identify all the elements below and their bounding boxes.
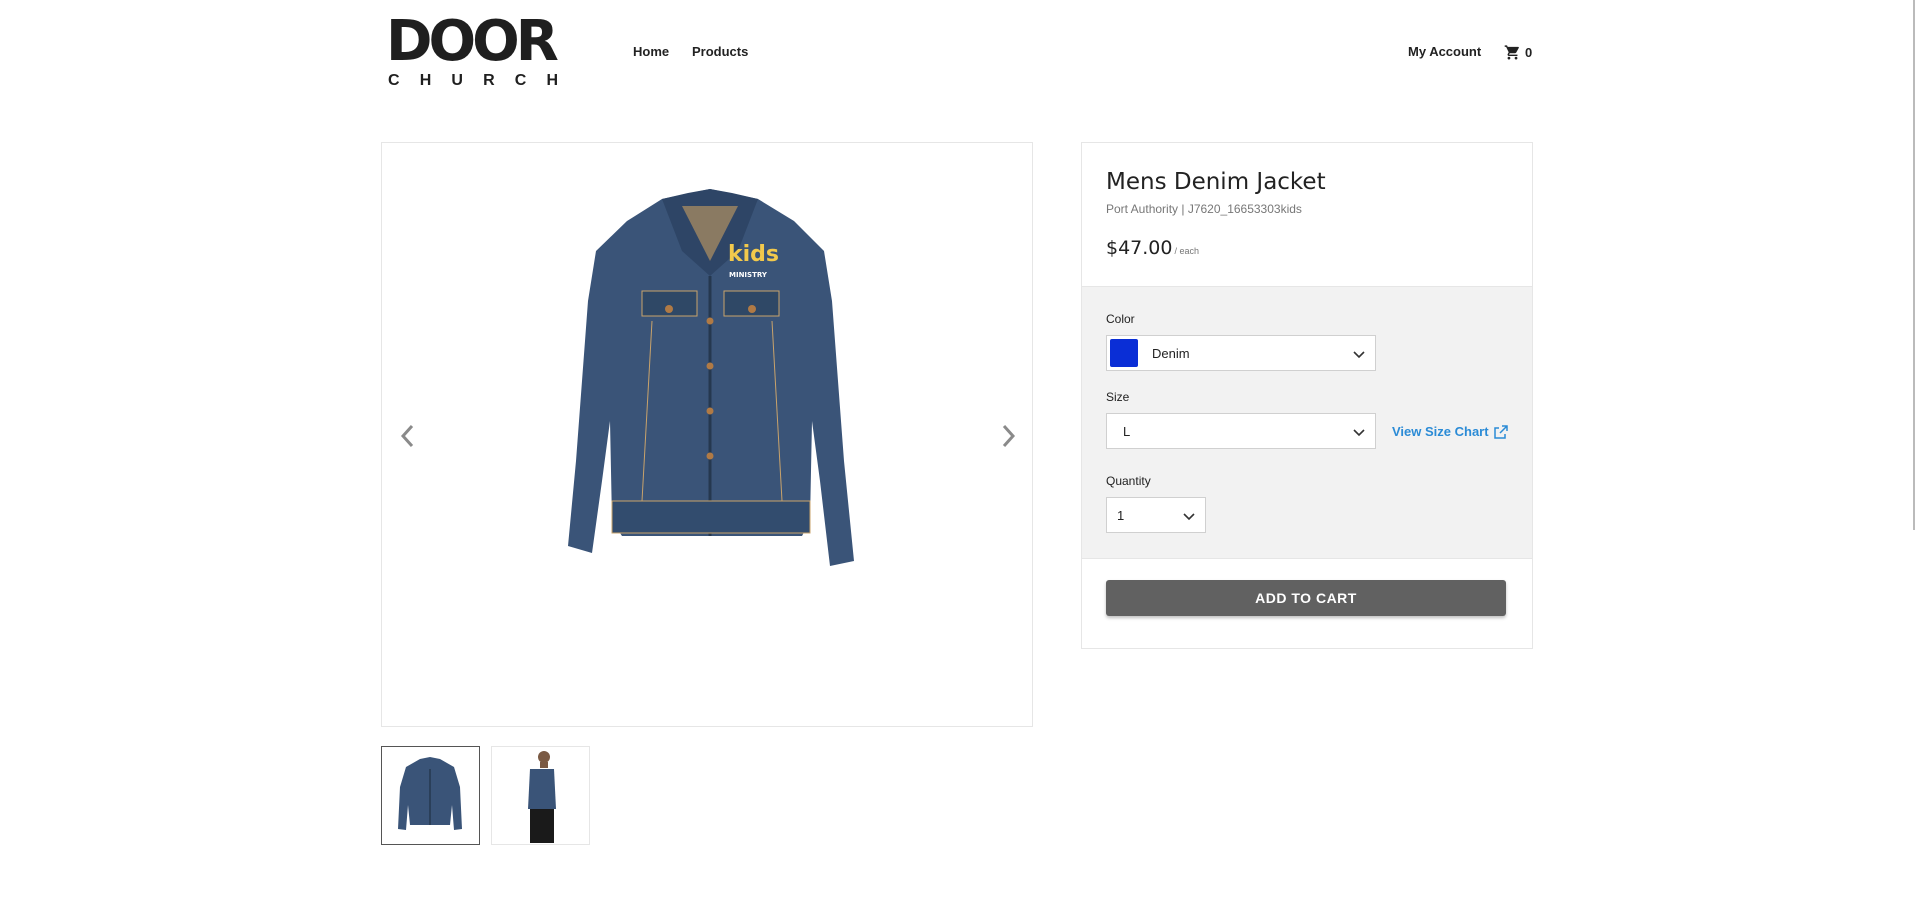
thumbnail-image — [528, 751, 556, 843]
size-chart-label: View Size Chart — [1392, 424, 1489, 439]
size-select[interactable]: L — [1106, 413, 1376, 449]
color-select-value: Denim — [1152, 345, 1190, 361]
nav-home[interactable]: Home — [633, 44, 669, 59]
cart-icon — [1504, 45, 1519, 60]
product-price: $47.00/ each — [1106, 237, 1199, 259]
chevron-right-icon — [1002, 424, 1016, 448]
chevron-down-icon — [1353, 429, 1365, 437]
logo-letter: U — [451, 72, 463, 89]
nav-products[interactable]: Products — [692, 44, 748, 59]
external-link-icon — [1493, 424, 1508, 439]
quantity-label: Quantity — [1106, 474, 1151, 488]
prev-image-button[interactable] — [396, 421, 420, 451]
nav-my-account[interactable]: My Account — [1408, 44, 1481, 59]
logo-sub-text: C H U R C H — [388, 72, 558, 90]
size-select-value: L — [1123, 423, 1131, 439]
logo-letter: H — [419, 72, 432, 89]
view-size-chart-link[interactable]: View Size Chart — [1392, 424, 1508, 439]
add-to-cart-button[interactable]: ADD TO CART — [1106, 580, 1506, 616]
thumbnail-model-side[interactable] — [491, 746, 590, 845]
quantity-select-value: 1 — [1117, 507, 1125, 523]
product-title: Mens Denim Jacket — [1106, 169, 1326, 195]
product-details-panel: Mens Denim Jacket Port Authority | J7620… — [1081, 142, 1533, 649]
logo-main-text: DOOR — [386, 9, 559, 74]
thumbnail-jacket-front[interactable] — [381, 746, 480, 845]
cart-count: 0 — [1525, 45, 1533, 60]
site-header: DOOR C H U R C H Home Products My Accoun… — [0, 0, 1915, 110]
chevron-down-icon — [1353, 351, 1365, 359]
quantity-select[interactable]: 1 — [1106, 497, 1206, 533]
next-image-button[interactable] — [996, 421, 1020, 451]
chevron-left-icon — [400, 424, 414, 448]
logo-letter: H — [546, 72, 558, 89]
chevron-down-icon — [1183, 513, 1195, 521]
product-main-image: kids MINISTRY — [568, 189, 854, 566]
cart-button[interactable]: 0 — [1504, 44, 1532, 61]
color-label: Color — [1106, 312, 1135, 326]
thumbnail-image — [398, 757, 462, 830]
size-label: Size — [1106, 390, 1130, 404]
logo-letter: C — [514, 72, 527, 89]
logo-letter: C — [388, 72, 400, 89]
door-church-logo[interactable]: DOOR C H U R C H — [386, 12, 561, 93]
product-subtitle: Port Authority | J7620_16653303kids — [1106, 202, 1302, 216]
ministry-logo-text: MINISTRY — [729, 271, 768, 279]
kids-logo-text: kids — [728, 242, 779, 267]
color-swatch — [1110, 339, 1138, 367]
logo-letter: R — [483, 72, 495, 89]
product-image-panel: kids MINISTRY — [381, 142, 1033, 727]
color-select[interactable]: Denim — [1106, 335, 1376, 371]
price-value: $47.00 — [1106, 237, 1173, 259]
product-options: Color Denim Size L View Size Chart Quant… — [1082, 286, 1532, 559]
price-unit: / each — [1174, 246, 1200, 256]
